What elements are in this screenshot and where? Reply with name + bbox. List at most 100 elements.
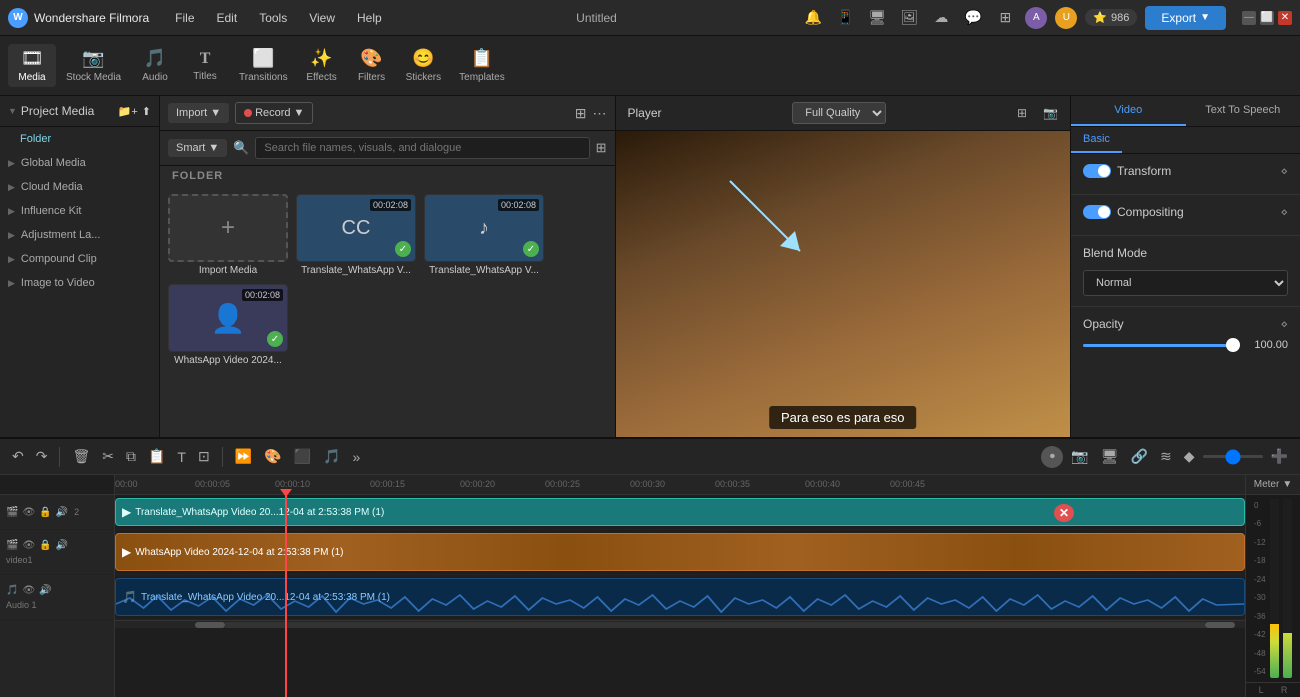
copy-button[interactable]: ⧉	[122, 446, 140, 467]
speed-button[interactable]: ⏩	[231, 446, 256, 467]
blend-mode-select[interactable]: Normal Dissolve Multiply Screen Overlay	[1083, 270, 1288, 296]
close-button[interactable]: ✕	[1278, 11, 1292, 25]
gallery-icon[interactable]: 🖼	[897, 6, 921, 30]
audio-button[interactable]: 🎵	[319, 446, 344, 467]
effects-icon: ✨	[310, 48, 332, 69]
video1-vol-icon[interactable]: 🔊	[56, 540, 68, 551]
snap-button[interactable]: 🔗	[1127, 446, 1152, 467]
paste-button[interactable]: 📋	[144, 446, 169, 467]
video1-lock-icon[interactable]: 🔒	[39, 540, 51, 551]
folder-item[interactable]: Folder	[0, 127, 159, 151]
audio1-note-icon: 🎵	[6, 585, 18, 596]
menu-view[interactable]: View	[299, 7, 345, 29]
toolbar-transitions[interactable]: ⬜ Transitions	[231, 44, 296, 87]
record-button[interactable]: Record ▼	[235, 102, 313, 124]
opacity-slider[interactable]	[1083, 344, 1240, 347]
tab-video[interactable]: Video	[1071, 96, 1186, 126]
video2-eye-icon[interactable]: 👁	[22, 507, 35, 518]
compositing-expand-icon[interactable]: ⋄	[1280, 205, 1288, 219]
stabilize-button[interactable]: ⬛	[290, 446, 315, 467]
compositing-toggle[interactable]	[1083, 205, 1111, 219]
crop-button[interactable]: ⊡	[194, 446, 214, 467]
menu-tools[interactable]: Tools	[249, 7, 297, 29]
smart-button[interactable]: Smart ▼	[168, 139, 227, 157]
delete-clip-button[interactable]: ✕	[1054, 504, 1074, 522]
compound-clip-item[interactable]: ▶ Compound Clip	[0, 247, 159, 271]
media-item-2[interactable]: ♪ 00:02:08 ✓ Translate_WhatsApp V...	[424, 194, 544, 276]
subtab-basic[interactable]: Basic	[1071, 127, 1122, 153]
filter-icon[interactable]: ⊞	[575, 105, 587, 122]
more-tl-button[interactable]: »	[348, 447, 364, 467]
delete-button[interactable]: 🗑	[68, 446, 94, 467]
zoom-out-button[interactable]: ➕	[1267, 446, 1292, 467]
record-tl-button[interactable]: ⏺	[1041, 446, 1063, 468]
menu-bar: File Edit Tools View Help	[165, 7, 392, 29]
add-folder-button[interactable]: 📁+	[118, 105, 138, 118]
more-icon[interactable]: ⋯	[593, 105, 607, 122]
quality-select[interactable]: Full Quality	[792, 102, 886, 124]
toolbar-media[interactable]: 🎞 Media	[8, 44, 56, 87]
screen-rec-button[interactable]: 🖥	[1097, 446, 1123, 467]
screenshot-icon[interactable]: 📷	[1043, 106, 1058, 120]
zoom-slider[interactable]	[1203, 455, 1263, 458]
search-input[interactable]	[255, 137, 589, 159]
color-button[interactable]: 🎨	[260, 446, 285, 467]
toolbar-effects[interactable]: ✨ Effects	[298, 44, 346, 87]
cloud-icon[interactable]: ☁	[929, 6, 953, 30]
cam-button[interactable]: 📷	[1067, 446, 1092, 467]
undo-button[interactable]: ↶	[8, 446, 28, 467]
toolbar-stickers[interactable]: 😊 Stickers	[398, 44, 450, 87]
cloud-media-arrow: ▶	[8, 182, 15, 193]
toolbar-titles[interactable]: T Titles	[181, 46, 229, 86]
import-media-item[interactable]: + Import Media	[168, 194, 288, 276]
toolbar-stock-media[interactable]: 📷 Stock Media	[58, 44, 129, 87]
transform-expand-icon[interactable]: ⋄	[1280, 164, 1288, 178]
video2-vol-icon[interactable]: 🔊	[56, 507, 68, 518]
influence-kit-item[interactable]: ▶ Influence Kit	[0, 199, 159, 223]
video2-lock-icon[interactable]: 🔒	[39, 507, 51, 518]
export-button[interactable]: Export ▼	[1145, 6, 1226, 30]
notification-icon[interactable]: 🔔	[801, 6, 825, 30]
tab-text-to-speech[interactable]: Text To Speech	[1186, 96, 1300, 126]
apps-icon[interactable]: ⊞	[993, 6, 1017, 30]
keyframe-button[interactable]: ◆	[1180, 446, 1199, 467]
media-item-3[interactable]: 👤 00:02:08 ✓ WhatsApp Video 2024...	[168, 284, 288, 366]
menu-file[interactable]: File	[165, 7, 204, 29]
maximize-button[interactable]: ⬜	[1260, 11, 1274, 25]
video1-eye-icon[interactable]: 👁	[22, 540, 35, 551]
audio1-eye-icon[interactable]: 👁	[22, 585, 35, 596]
redo-button[interactable]: ↷	[32, 446, 52, 467]
import-folder-button[interactable]: ⬆	[142, 105, 151, 118]
audio1-vol-icon[interactable]: 🔊	[39, 585, 51, 596]
menu-edit[interactable]: Edit	[207, 7, 248, 29]
avatar-purple[interactable]: A	[1025, 7, 1047, 29]
meter-dropdown-icon[interactable]: ▼	[1282, 479, 1292, 490]
ripple-button[interactable]: ≋	[1156, 446, 1176, 467]
grid-icon[interactable]: ⊞	[596, 140, 607, 156]
meter-bar-r	[1283, 499, 1292, 678]
image-to-video-item[interactable]: ▶ Image to Video	[0, 271, 159, 295]
toolbar-filters[interactable]: 🎨 Filters	[348, 44, 396, 87]
text-button[interactable]: T	[173, 447, 190, 467]
opacity-title: Opacity	[1083, 317, 1124, 331]
import-media-thumb[interactable]: +	[168, 194, 288, 262]
opacity-expand-icon[interactable]: ⋄	[1280, 317, 1288, 331]
layout-icon[interactable]: ⊞	[1017, 106, 1027, 120]
import-button[interactable]: Import ▼	[168, 103, 229, 123]
cloud-media-item[interactable]: ▶ Cloud Media	[0, 175, 159, 199]
avatar-orange[interactable]: U	[1055, 7, 1077, 29]
chat-icon[interactable]: 💬	[961, 6, 985, 30]
split-button[interactable]: ✂	[98, 446, 118, 467]
toolbar-templates[interactable]: 📋 Templates	[451, 44, 513, 87]
minimize-button[interactable]: —	[1242, 11, 1256, 25]
toolbar-audio[interactable]: 🎵 Audio	[131, 44, 179, 87]
global-media-item[interactable]: ▶ Global Media	[0, 151, 159, 175]
adjustment-layer-item[interactable]: ▶ Adjustment La...	[0, 223, 159, 247]
menu-help[interactable]: Help	[347, 7, 392, 29]
transform-toggle[interactable]	[1083, 164, 1111, 178]
left-panel-actions: 📁+ ⬆	[118, 105, 151, 118]
media-item-1[interactable]: CC 00:02:08 ✓ Translate_WhatsApp V...	[296, 194, 416, 276]
transform-title: Transform	[1117, 164, 1171, 178]
screen-icon[interactable]: 🖥	[865, 6, 889, 30]
mobile-icon[interactable]: 📱	[833, 6, 857, 30]
